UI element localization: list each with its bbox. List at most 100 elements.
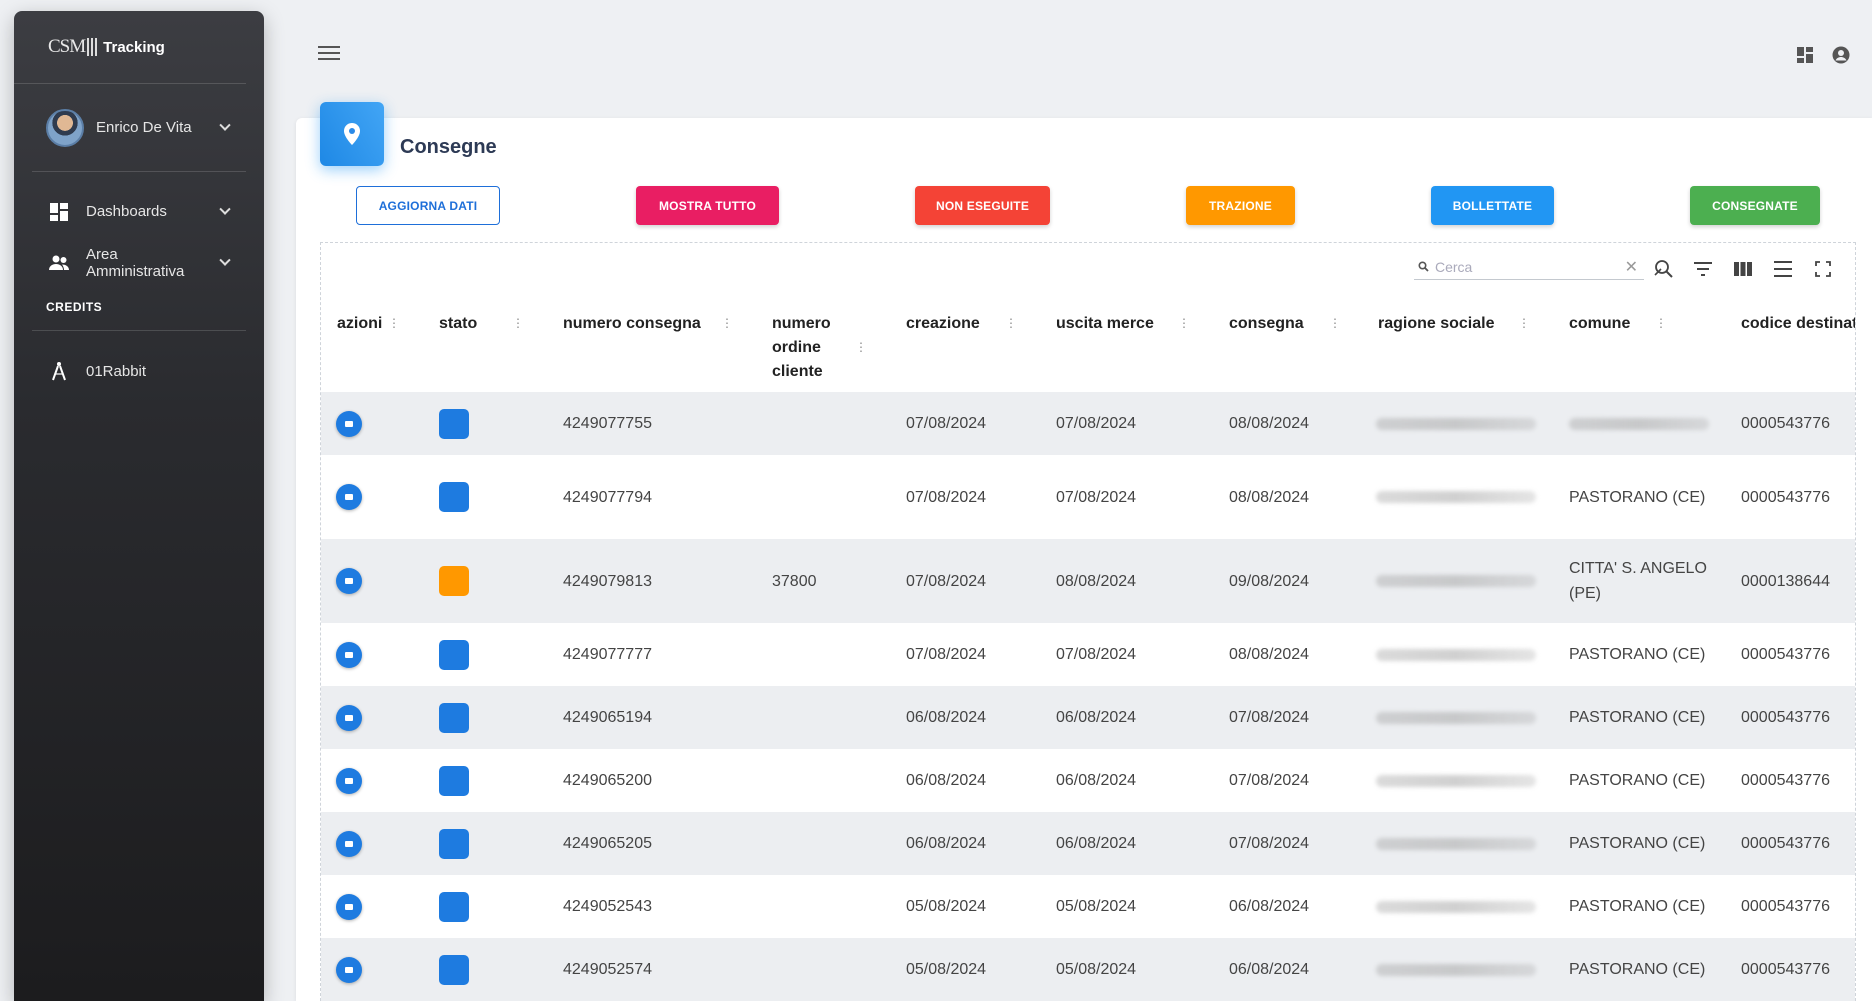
delivery-number-cell: 4249077755 — [563, 415, 652, 432]
user-name: Enrico De Vita — [96, 119, 192, 136]
delivery-number-cell: 4249052543 — [563, 898, 652, 915]
recipient-code-cell: 0000543776 — [1741, 488, 1830, 506]
delivery-date-cell: 07/08/2024 — [1229, 772, 1310, 789]
dispatch-date-cell: 06/08/2024 — [1056, 709, 1137, 726]
search-field[interactable]: Cerca ✕ — [1414, 254, 1644, 280]
delivery-date-cell: 06/08/2024 — [1229, 961, 1310, 978]
delivery-date-cell: 07/08/2024 — [1229, 835, 1310, 852]
status-badge — [439, 891, 469, 922]
search-input[interactable]: Cerca — [1435, 259, 1472, 275]
column-menu-icon[interactable]: ⋮ — [1518, 316, 1530, 330]
clear-search-icon[interactable]: ✕ — [1625, 257, 1638, 277]
delivery-date-cell: 08/08/2024 — [1229, 415, 1310, 432]
column-header-azioni[interactable]: azioni — [337, 312, 382, 336]
delivery-number-cell: 4249065205 — [563, 835, 652, 852]
menu-toggle-button[interactable] — [318, 44, 340, 62]
row-action-button[interactable] — [336, 641, 362, 668]
row-action-button[interactable] — [336, 830, 362, 857]
chevron-down-icon — [218, 121, 232, 135]
refresh-data-button[interactable]: AGGIORNA DATI — [356, 186, 500, 225]
creation-date-cell: 06/08/2024 — [906, 772, 987, 789]
row-action-button[interactable] — [336, 956, 362, 983]
filter-icon[interactable] — [1692, 258, 1714, 280]
column-menu-icon[interactable]: ⋮ — [1329, 316, 1341, 330]
billed-button[interactable]: BOLLETTATE — [1431, 186, 1554, 225]
status-badge — [439, 482, 469, 512]
dispatch-date-cell: 07/08/2024 — [1056, 646, 1137, 663]
search-off-icon[interactable] — [1652, 258, 1674, 280]
column-header-comune[interactable]: comune — [1569, 312, 1630, 336]
header-line: cliente — [772, 363, 823, 380]
row-action-button[interactable] — [336, 410, 362, 437]
column-header-stato[interactable]: stato — [439, 312, 477, 336]
city-cell: PASTORANO (CE) — [1569, 709, 1706, 726]
columns-icon[interactable] — [1732, 258, 1754, 280]
column-menu-icon[interactable]: ⋮ — [855, 340, 867, 354]
compass-icon — [48, 360, 70, 382]
recipient-code-cell: 0000543776 — [1741, 835, 1830, 852]
column-header-codice-destinatario[interactable]: codice destinat — [1741, 312, 1855, 336]
redacted-company-name — [1376, 774, 1536, 787]
row-action-button[interactable] — [336, 704, 362, 731]
row-action-button[interactable] — [336, 767, 362, 794]
creation-date-cell: 07/08/2024 — [906, 572, 987, 590]
creation-date-cell: 07/08/2024 — [906, 415, 987, 432]
redacted-company-name — [1376, 711, 1536, 724]
delivery-number-cell: 4249077777 — [563, 646, 652, 663]
sidebar-nav: Dashboards Area Amministrativa CREDITS — [32, 172, 246, 331]
sidebar-item-01rabbit[interactable]: 01Rabbit — [32, 331, 246, 411]
user-menu[interactable]: Enrico De Vita — [32, 84, 246, 172]
column-header-consegna[interactable]: consegna — [1229, 312, 1304, 336]
app-title: Tracking — [103, 38, 165, 56]
sidebar-item-dashboards[interactable]: Dashboards — [32, 186, 246, 237]
row-action-button[interactable] — [336, 893, 362, 920]
delivery-date-cell: 07/08/2024 — [1229, 709, 1310, 726]
column-menu-icon[interactable]: ⋮ — [388, 316, 400, 330]
order-number-cell: 37800 — [772, 572, 817, 590]
credits-heading: CREDITS — [32, 288, 246, 331]
column-header-uscita-merce[interactable]: uscita merce — [1056, 312, 1154, 336]
dashboard-icon[interactable] — [1796, 46, 1814, 69]
delivery-number-cell: 4249065194 — [563, 709, 652, 726]
row-action-button[interactable] — [336, 484, 362, 510]
column-menu-icon[interactable]: ⋮ — [1655, 316, 1667, 330]
fullscreen-icon[interactable] — [1812, 258, 1834, 280]
column-menu-icon[interactable]: ⋮ — [1005, 316, 1017, 330]
recipient-code-cell: 0000543776 — [1741, 961, 1830, 978]
city-line: CITTA' S. ANGELO — [1569, 560, 1707, 577]
city-line: (PE) — [1569, 585, 1601, 602]
brand[interactable]: CSM Tracking — [14, 11, 246, 84]
column-menu-icon[interactable]: ⋮ — [721, 316, 733, 330]
recipient-code-cell: 0000543776 — [1741, 646, 1830, 663]
header-line: numero — [772, 315, 831, 332]
row-action-button[interactable] — [336, 568, 362, 594]
column-header-ragione-sociale[interactable]: ragione sociale — [1378, 312, 1495, 336]
show-all-button[interactable]: MOSTRA TUTTO — [636, 186, 779, 225]
status-badge — [439, 765, 469, 796]
city-cell: CITTA' S. ANGELO (PE) — [1569, 556, 1707, 606]
status-badge — [439, 702, 469, 733]
header-line: ordine — [772, 339, 821, 356]
density-icon[interactable] — [1772, 258, 1794, 280]
status-badge — [439, 408, 469, 439]
search-icon — [1418, 259, 1429, 275]
delivery-number-cell: 4249077794 — [563, 488, 652, 506]
column-header-creazione[interactable]: creazione — [906, 312, 980, 336]
sidebar: CSM Tracking Enrico De Vita Dashboards A… — [14, 11, 264, 1001]
redacted-company-name — [1376, 491, 1536, 503]
redacted-company-name — [1376, 837, 1536, 850]
traction-button[interactable]: TRAZIONE — [1186, 186, 1295, 225]
sidebar-item-area-amministrativa[interactable]: Area Amministrativa — [32, 237, 246, 288]
creation-date-cell: 07/08/2024 — [906, 488, 987, 506]
redacted-company-name — [1376, 963, 1536, 976]
column-header-numero-ordine-cliente[interactable]: numero ordine cliente — [772, 312, 831, 384]
city-cell: PASTORANO (CE) — [1569, 772, 1706, 789]
sidebar-item-label: 01Rabbit — [86, 362, 147, 380]
delivery-date-cell: 09/08/2024 — [1229, 572, 1310, 590]
not-executed-button[interactable]: NON ESEGUITE — [915, 186, 1050, 225]
column-menu-icon[interactable]: ⋮ — [512, 316, 524, 330]
account-circle-icon[interactable] — [1832, 46, 1850, 69]
column-header-numero-consegna[interactable]: numero consegna — [563, 312, 701, 336]
column-menu-icon[interactable]: ⋮ — [1178, 316, 1190, 330]
delivered-button[interactable]: CONSEGNATE — [1690, 186, 1820, 225]
